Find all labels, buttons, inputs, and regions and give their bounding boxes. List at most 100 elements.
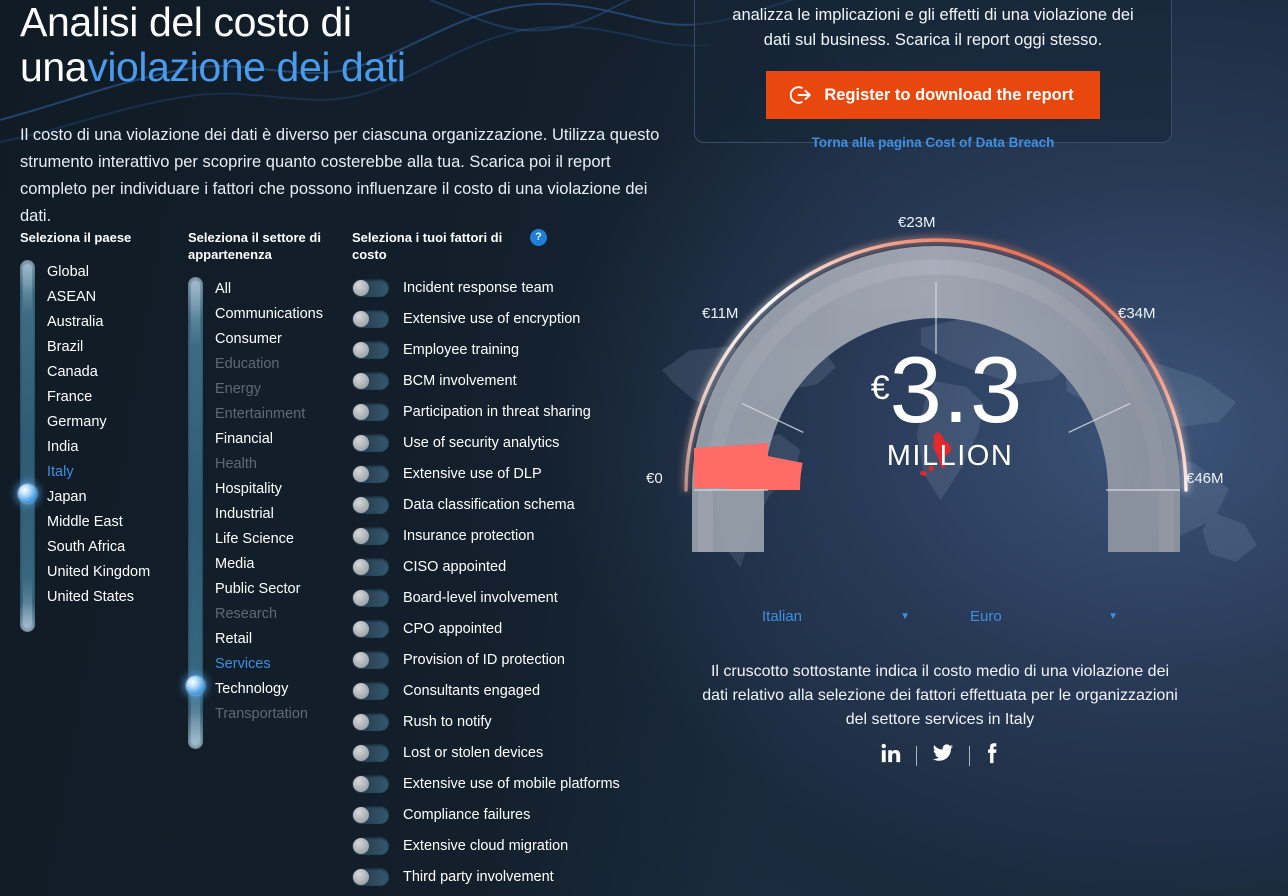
social-divider [916,745,917,766]
factor-toggle-insurance-protection[interactable] [352,526,389,545]
toggle-knob-icon [353,837,369,854]
toggle-knob-icon [353,496,369,513]
currency-dropdown-value: Euro [970,608,1002,625]
hero-description: Il costo di una violazione dei dati è di… [20,126,660,225]
twitter-icon[interactable] [931,742,955,769]
country-option-japan[interactable]: Japan [20,485,185,510]
factor-row: CPO appointed [352,613,652,644]
factor-toggle-employee-training[interactable] [352,340,389,359]
register-download-button[interactable]: Register to download the report [766,71,1100,119]
country-option-brazil[interactable]: Brazil [20,335,185,360]
register-download-button-label: Register to download the report [824,85,1074,104]
country-option-india[interactable]: India [20,435,185,460]
sector-option-all[interactable]: All [188,277,348,302]
sector-option-transportation: Transportation [215,706,308,722]
country-option-germany[interactable]: Germany [20,410,185,435]
factor-label: CISO appointed [403,558,507,575]
country-option-france[interactable]: France [20,385,185,410]
factor-label: Extensive use of DLP [403,465,542,482]
toggle-knob-icon [353,310,369,327]
factor-toggle-bcm-involvement[interactable] [352,371,389,390]
factor-toggle-cpo-appointed[interactable] [352,619,389,638]
country-option-asean[interactable]: ASEAN [20,285,185,310]
factor-label: Board-level involvement [403,589,558,606]
country-option-canada[interactable]: Canada [20,360,185,385]
country-option-united-kingdom[interactable]: United Kingdom [20,560,185,585]
country-list: Global ASEAN Australia Brazil Canada France Ge… [18,260,185,632]
sector-option-technology[interactable]: Technology [188,677,348,702]
factor-toggle-use-of-security-analytics[interactable] [352,433,389,452]
factor-toggle-extensive-use-of-encryption[interactable] [352,309,389,328]
gauge-tick-label-2: €23M [898,214,936,231]
factor-toggle-consultants-engaged[interactable] [352,681,389,700]
sector-option-life-science[interactable]: Life Science [188,527,348,552]
question-mark-icon[interactable]: ? [530,229,547,246]
sector-selector-heading: Seleziona il settore di appartenenza [188,230,321,262]
country-option-australia[interactable]: Australia [20,310,185,335]
gauge-tick-label-0: €0 [646,470,663,487]
factor-toggle-provision-of-id-protection[interactable] [352,650,389,669]
sector-option-research: Research [215,606,278,622]
gauge-tick-label-1: €11M [702,305,739,322]
factor-label: Compliance failures [403,806,531,823]
sector-option-retail[interactable]: Retail [188,627,348,652]
toggle-knob-icon [353,868,369,885]
factor-toggle-lost-or-stolen-devices[interactable] [352,743,389,762]
factor-row: CISO appointed [352,551,652,582]
chevron-down-icon: ▼ [900,611,910,622]
country-option-south-africa[interactable]: South Africa [20,535,185,560]
factor-toggle-third-party-involvement[interactable] [352,867,389,886]
back-to-cost-of-data-breach-link[interactable]: Torna alla pagina Cost of Data Breach [719,135,1147,150]
country-option-italy[interactable]: Italy [20,460,185,485]
sector-option-services[interactable]: Services [188,652,348,677]
sector-option-public-sector[interactable]: Public Sector [188,577,348,602]
toggle-knob-icon [353,682,369,699]
sector-slider-knob[interactable] [186,675,205,695]
country-option-middle-east[interactable]: Middle East [20,510,185,535]
sector-option-communications[interactable]: Communications [188,302,348,327]
currency-dropdown[interactable]: Euro ▼ [964,608,1124,625]
country-option-global[interactable]: Global [20,260,185,285]
toggle-knob-icon [353,775,369,792]
sector-option-financial[interactable]: Financial [188,427,348,452]
factor-toggle-extensive-cloud-migration[interactable] [352,836,389,855]
factor-row: Extensive use of mobile platforms [352,768,652,799]
linkedin-icon[interactable] [880,742,902,769]
italy-silhouette [919,432,952,477]
cost-factors-list: Incident response team Extensive use of e… [352,272,652,892]
toggle-knob-icon [353,279,369,296]
report-panel-text: analizza le implicazioni e gli effetti d… [732,6,1134,49]
toggle-knob-icon [353,558,369,575]
gauge-svg [684,238,1188,552]
factor-row: BCM involvement [352,365,652,396]
country-slider-track[interactable] [20,260,35,632]
factor-toggle-incident-response-team[interactable] [352,278,389,297]
factor-toggle-extensive-use-of-dlp[interactable] [352,464,389,483]
facebook-icon[interactable] [984,742,1000,769]
factor-toggle-ciso-appointed[interactable] [352,557,389,576]
sector-option-hospitality[interactable]: Hospitality [188,477,348,502]
sector-option-industrial[interactable]: Industrial [188,502,348,527]
country-slider-knob[interactable] [18,483,37,503]
arrow-right-circle-icon [788,85,812,105]
toggle-knob-icon [353,434,369,451]
factor-toggle-extensive-use-of-mobile-platforms[interactable] [352,774,389,793]
sector-option-media[interactable]: Media [188,552,348,577]
sector-option-consumer[interactable]: Consumer [188,327,348,352]
toggle-knob-icon [353,589,369,606]
factor-toggle-data-classification-schema[interactable] [352,495,389,514]
gauge-selectors: Italian ▼ Euro ▼ [700,608,1180,625]
factor-toggle-rush-to-notify[interactable] [352,712,389,731]
toggle-knob-icon [353,341,369,358]
factor-label: Lost or stolen devices [403,744,544,761]
factor-label: Insurance protection [403,527,535,544]
language-dropdown[interactable]: Italian ▼ [756,608,916,625]
factor-row: Participation in threat sharing [352,396,652,427]
factor-toggle-participation-in-threat-sharing[interactable] [352,402,389,421]
country-option-united-states[interactable]: United States [20,585,185,610]
factor-label: BCM involvement [403,372,517,389]
factor-toggle-board-level-involvement[interactable] [352,588,389,607]
page-title-line2-accent: violazione dei dati [87,44,406,90]
toggle-knob-icon [353,465,369,482]
factor-toggle-compliance-failures[interactable] [352,805,389,824]
